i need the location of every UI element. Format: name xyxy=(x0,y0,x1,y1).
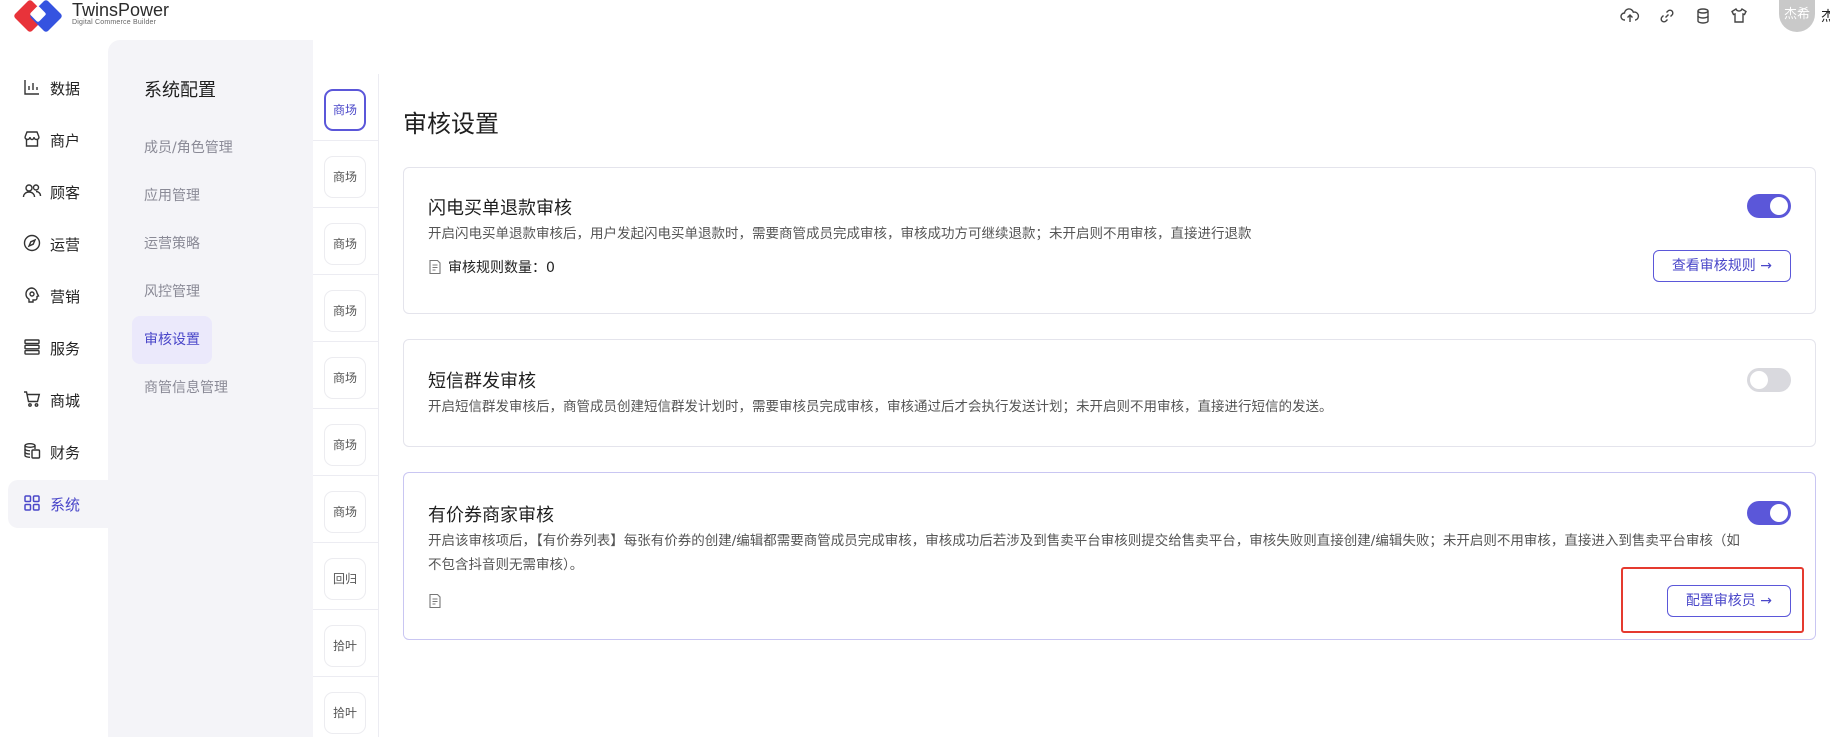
user-name[interactable]: 杰 xyxy=(1821,6,1830,26)
review-card-sms-broadcast: 短信群发审核 开启短信群发审核后，商管成员创建短信群发计划时，需要审核员完成审核… xyxy=(403,339,1816,447)
rule-count-value: 0 xyxy=(546,260,555,276)
document-icon xyxy=(429,593,441,609)
nav-item-mall[interactable]: 商城 xyxy=(8,376,108,424)
nav-item-label: 商城 xyxy=(50,392,81,410)
toggle-knob xyxy=(1770,504,1788,522)
store-tab-button[interactable]: 商场 xyxy=(324,424,366,466)
nav-item-label: 数据 xyxy=(50,80,81,98)
store-tab-button[interactable]: 商场 xyxy=(324,89,366,131)
card-title: 有价券商家审核 xyxy=(428,505,554,526)
cart-icon xyxy=(24,391,41,407)
view-review-rules-button[interactable]: 查看审核规则 → xyxy=(1652,250,1791,282)
main-content: 审核设置 闪电买单退款审核 开启闪电买单退款审核后，用户发起闪电买单退款时，需要… xyxy=(380,74,1830,737)
store-tab-button[interactable]: 回归 xyxy=(324,558,366,600)
card-title: 闪电买单退款审核 xyxy=(428,198,572,219)
toggle-knob xyxy=(1750,371,1768,389)
sub-item-mall-info[interactable]: 商管信息管理 xyxy=(132,364,240,412)
store-tab: 商场 xyxy=(313,342,379,409)
highlight-box xyxy=(1621,567,1804,633)
brand-name: TwinsPower xyxy=(72,0,170,20)
store-tab: 回归 xyxy=(313,543,379,610)
store-tab: 商场 xyxy=(313,409,379,476)
nav-item-data[interactable]: 数据 xyxy=(8,64,108,112)
nav-item-system[interactable]: 系统 xyxy=(8,480,108,528)
store-tab: 拾叶 xyxy=(313,677,379,744)
rule-count-row: 审核规则数量：0 xyxy=(428,257,555,277)
store-tab-button[interactable]: 拾叶 xyxy=(324,625,366,667)
review-card-flash-pay-refund: 闪电买单退款审核 开启闪电买单退款审核后，用户发起闪电买单退款时，需要商管成员完… xyxy=(403,167,1816,314)
store-icon xyxy=(24,131,40,147)
coins-icon xyxy=(24,443,41,459)
store-tab: 拾叶 xyxy=(313,610,379,677)
rule-count-label: 审核规则数量： xyxy=(448,260,546,276)
nav-item-label: 财务 xyxy=(50,444,81,462)
store-tab-button[interactable]: 商场 xyxy=(324,223,366,265)
sub-item-operation-strategy[interactable]: 运营策略 xyxy=(132,220,212,268)
nav-item-marketing[interactable]: 营销 xyxy=(8,272,108,320)
compass-icon xyxy=(23,234,41,252)
nav-item-finance[interactable]: 财务 xyxy=(8,428,108,476)
store-tab: 商场 xyxy=(313,74,379,141)
nav-item-merchant[interactable]: 商户 xyxy=(8,116,108,164)
store-tab: 商场 xyxy=(313,275,379,342)
review-toggle[interactable] xyxy=(1747,501,1791,525)
twinspower-logo[interactable] xyxy=(14,0,64,36)
grid-icon xyxy=(24,495,40,511)
brand-subtitle: Digital Commerce Builder xyxy=(72,19,157,26)
list-icon xyxy=(24,339,40,355)
users-icon xyxy=(22,184,42,198)
review-toggle[interactable] xyxy=(1747,368,1791,392)
sub-item-members-roles[interactable]: 成员/角色管理 xyxy=(132,124,245,172)
card-description: 开启闪电买单退款审核后，用户发起闪电买单退款时，需要商管成员完成审核，审核成功方… xyxy=(428,226,1252,242)
panel-title: 系统配置 xyxy=(144,80,216,101)
store-tab: 商场 xyxy=(313,208,379,275)
store-tab-button[interactable]: 拾叶 xyxy=(324,692,366,734)
avatar[interactable]: 杰希 xyxy=(1779,0,1815,32)
store-tab-button[interactable]: 商场 xyxy=(324,357,366,399)
store-tab: 商场 xyxy=(313,141,379,208)
shirt-icon[interactable] xyxy=(1729,6,1749,26)
store-tab-column: 商场 商场 商场 商场 商场 商场 商场 回归 拾叶 拾叶 xyxy=(313,74,379,737)
nav-item-customer[interactable]: 顾客 xyxy=(8,168,108,216)
card-title: 短信群发审核 xyxy=(428,371,536,392)
megaphone-icon xyxy=(25,287,40,303)
sub-item-app-management[interactable]: 应用管理 xyxy=(132,172,212,220)
nav-item-label: 运营 xyxy=(50,236,81,254)
main-nav: 数据 商户 顾客 运营 营销 服务 商城 财务 系统 xyxy=(0,40,108,737)
card-description: 开启短信群发审核后，商管成员创建短信群发计划时，需要审核员完成审核，审核通过后才… xyxy=(428,399,1333,415)
store-tab-button[interactable]: 商场 xyxy=(324,156,366,198)
nav-item-label: 顾客 xyxy=(50,184,81,202)
cloud-upload-icon[interactable] xyxy=(1620,6,1640,26)
database-icon[interactable] xyxy=(1693,6,1713,26)
store-tab-button[interactable]: 商场 xyxy=(324,491,366,533)
review-card-paid-coupon-merchant: 有价券商家审核 开启该审核项后，【有价券列表】每张有价券的创建/编辑都需要商管成… xyxy=(403,472,1816,640)
toggle-knob xyxy=(1770,197,1788,215)
link-icon[interactable] xyxy=(1657,6,1677,26)
card-description-continued: 不包含抖音则无需审核）。 xyxy=(428,557,584,573)
nav-item-label: 商户 xyxy=(50,132,81,150)
page-title: 审核设置 xyxy=(403,110,499,138)
card-description: 开启该审核项后，【有价券列表】每张有价券的创建/编辑都需要商管成员完成审核，审核… xyxy=(428,533,1740,549)
chart-icon xyxy=(24,80,39,95)
sub-item-risk-control[interactable]: 风控管理 xyxy=(132,268,212,316)
document-icon xyxy=(429,259,441,275)
review-toggle[interactable] xyxy=(1747,194,1791,218)
system-config-panel: 系统配置 成员/角色管理 应用管理 运营策略 风控管理 审核设置 商管信息管理 xyxy=(108,40,313,737)
sub-item-review-settings[interactable]: 审核设置 xyxy=(132,316,212,364)
nav-item-label: 服务 xyxy=(50,340,81,358)
top-bar: TwinsPower Digital Commerce Builder 杰希 杰 xyxy=(0,0,1830,40)
nav-item-label: 系统 xyxy=(50,496,81,514)
nav-item-service[interactable]: 服务 xyxy=(8,324,108,372)
nav-item-operation[interactable]: 运营 xyxy=(8,220,108,268)
store-tab: 商场 xyxy=(313,476,379,543)
nav-item-label: 营销 xyxy=(50,288,81,306)
store-tab-button[interactable]: 商场 xyxy=(324,290,366,332)
